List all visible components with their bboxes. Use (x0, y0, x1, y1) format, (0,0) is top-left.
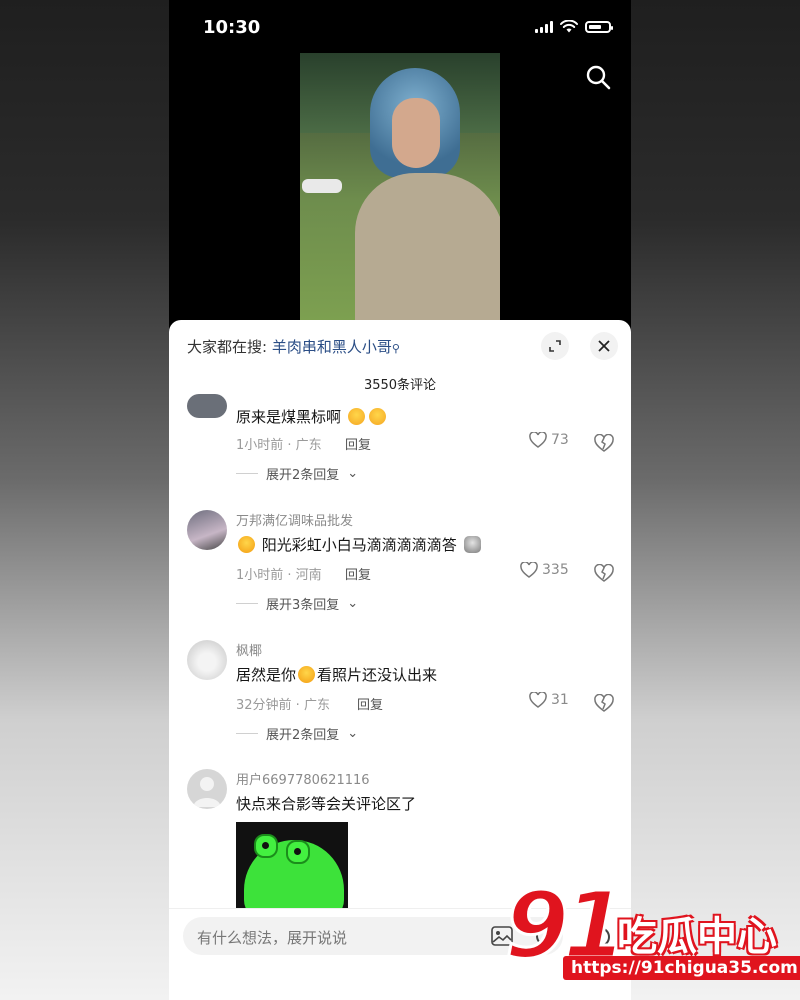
avatar[interactable] (187, 394, 227, 418)
hot-search-keyword[interactable]: 羊肉串和黑人小哥 (272, 338, 392, 356)
heart-icon (520, 562, 538, 578)
reply-button[interactable]: 回复 (345, 564, 371, 583)
input-placeholder: 有什么想法，展开说说 (197, 929, 348, 947)
comment-text: 阳光彩虹小白马滴滴滴滴滴答 (236, 534, 483, 555)
battery-icon (585, 20, 613, 33)
comment-time: 1小时前 · 广东 (236, 438, 322, 453)
video-thumbnail[interactable] (300, 53, 500, 321)
hot-search-prefix: 大家都在搜: (187, 338, 272, 356)
chevron-down-icon: ⌄ (347, 726, 359, 741)
expand-icon (549, 340, 561, 352)
doge-emoji (463, 536, 481, 553)
chevron-down-icon: ⌄ (347, 596, 359, 611)
expand-button[interactable] (541, 332, 569, 360)
reply-button[interactable]: 回复 (357, 694, 383, 713)
close-icon (598, 340, 610, 352)
like-count: 31 (551, 692, 569, 708)
status-icons (535, 20, 613, 33)
broken-heart-icon[interactable] (594, 564, 614, 582)
like-count: 335 (542, 562, 569, 578)
comment-username[interactable]: 万邦满亿调味品批发 (236, 510, 353, 529)
expand-replies[interactable]: 展开3条回复 ⌄ (236, 594, 358, 613)
like-button[interactable]: 335 (520, 562, 569, 578)
avatar[interactable] (187, 510, 227, 550)
heart-icon (529, 692, 547, 708)
default-user-icon (193, 777, 221, 807)
expand-replies[interactable]: 展开2条回复 ⌄ (236, 724, 358, 743)
heart-icon (529, 432, 547, 448)
signal-icon (535, 20, 553, 33)
hot-search[interactable]: 大家都在搜: 羊肉串和黑人小哥⚲ (187, 336, 400, 357)
watermark-url: https://91chigua35.com (563, 956, 800, 980)
comment-count: 3550条评论 (363, 378, 437, 393)
smug-emoji (368, 408, 386, 425)
comment-time: 1小时前 · 河南 (236, 568, 322, 583)
laugh-cry-emoji (238, 536, 255, 553)
expand-replies[interactable]: 展开2条回复 ⌄ (236, 464, 358, 483)
comment-text: 居然是你 看照片还没认出来 (236, 666, 438, 684)
comment-time: 32分钟前 · 广东 (236, 698, 330, 713)
avatar[interactable] (187, 769, 227, 809)
comment-username[interactable]: 枫椰 (236, 640, 262, 659)
comment-username[interactable]: 用户6697780621116 (236, 769, 370, 788)
phone-screen: 10:30 大家都在搜: 羊肉串和黑人小哥⚲ 3550条评论 原来是煤黑标啊 1… (169, 0, 631, 1000)
wifi-icon (560, 20, 578, 33)
small-search-icon: ⚲ (391, 342, 400, 355)
status-time: 10:30 (203, 17, 261, 38)
frog-sticker[interactable] (236, 822, 348, 908)
close-button[interactable] (590, 332, 618, 360)
comment-text: 快点来合影等会关评论区了 (236, 795, 417, 813)
smug-emoji (347, 408, 365, 425)
search-icon[interactable] (585, 64, 611, 90)
watermark-logo: 91 吃瓜中心 https://91chigua35.com (503, 871, 800, 988)
avatar[interactable] (187, 640, 227, 680)
like-button[interactable]: 31 (529, 692, 569, 708)
comment-text: 原来是煤黑标啊 (236, 406, 388, 427)
broken-heart-icon[interactable] (594, 694, 614, 712)
status-bar: 10:30 (169, 0, 631, 52)
broken-heart-icon[interactable] (594, 434, 614, 452)
laugh-cry-emoji (298, 666, 316, 683)
chevron-down-icon: ⌄ (347, 466, 359, 481)
reply-button[interactable]: 回复 (345, 434, 371, 453)
watermark-title: 吃瓜中心 (617, 914, 777, 960)
like-count: 73 (551, 432, 569, 448)
like-button[interactable]: 73 (529, 432, 569, 448)
